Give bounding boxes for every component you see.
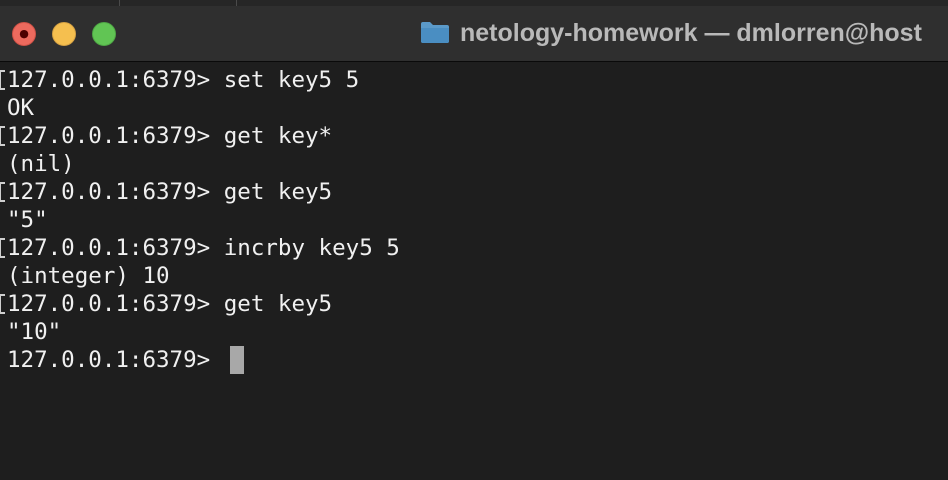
line-mark	[0, 294, 5, 314]
line-text: (nil)	[7, 151, 75, 177]
line-text: 127.0.0.1:6379>	[7, 347, 224, 373]
terminal-line: (integer) 10	[0, 262, 948, 290]
window-title: netology-homework — dmlorren@host	[460, 19, 922, 47]
close-icon: ●	[19, 27, 29, 40]
terminal-line: 127.0.0.1:6379> get key5	[0, 178, 948, 206]
minimize-button[interactable]	[52, 22, 76, 46]
line-text: 127.0.0.1:6379> incrby key5 5	[7, 235, 400, 261]
terminal-line: 127.0.0.1:6379> incrby key5 5	[0, 234, 948, 262]
line-text: OK	[7, 95, 35, 121]
line-mark	[0, 70, 5, 90]
terminal-line: 127.0.0.1:6379> get key*	[0, 122, 948, 150]
line-text: 127.0.0.1:6379> get key*	[7, 123, 333, 149]
tab-strip	[0, 0, 948, 6]
line-mark	[0, 182, 5, 202]
line-mark	[0, 238, 5, 258]
terminal-line: "5"	[0, 206, 948, 234]
line-text: "5"	[7, 207, 48, 233]
terminal-window: ● netology-homework — dmlorren@host 127.…	[0, 0, 948, 480]
line-mark	[0, 126, 5, 146]
terminal-prompt-line[interactable]: 127.0.0.1:6379>	[0, 346, 948, 374]
terminal-line: 127.0.0.1:6379> get key5	[0, 290, 948, 318]
tab-divider	[119, 0, 120, 6]
terminal-line: 127.0.0.1:6379> set key5 5	[0, 66, 948, 94]
text-cursor	[230, 346, 244, 374]
folder-icon	[421, 22, 449, 43]
terminal-line: OK	[0, 94, 948, 122]
title-bar[interactable]: ● netology-homework — dmlorren@host	[0, 0, 948, 62]
line-text: 127.0.0.1:6379> get key5	[7, 291, 333, 317]
zoom-button[interactable]	[92, 22, 116, 46]
terminal-line: (nil)	[0, 150, 948, 178]
terminal-line: "10"	[0, 318, 948, 346]
terminal-output[interactable]: 127.0.0.1:6379> set key5 5 OK 127.0.0.1:…	[0, 62, 948, 480]
line-text: 127.0.0.1:6379> set key5 5	[7, 67, 360, 93]
tab-divider	[236, 0, 237, 6]
line-text: "10"	[7, 319, 62, 345]
line-text: 127.0.0.1:6379> get key5	[7, 179, 333, 205]
close-button[interactable]: ●	[12, 22, 36, 46]
line-text: (integer) 10	[7, 263, 170, 289]
